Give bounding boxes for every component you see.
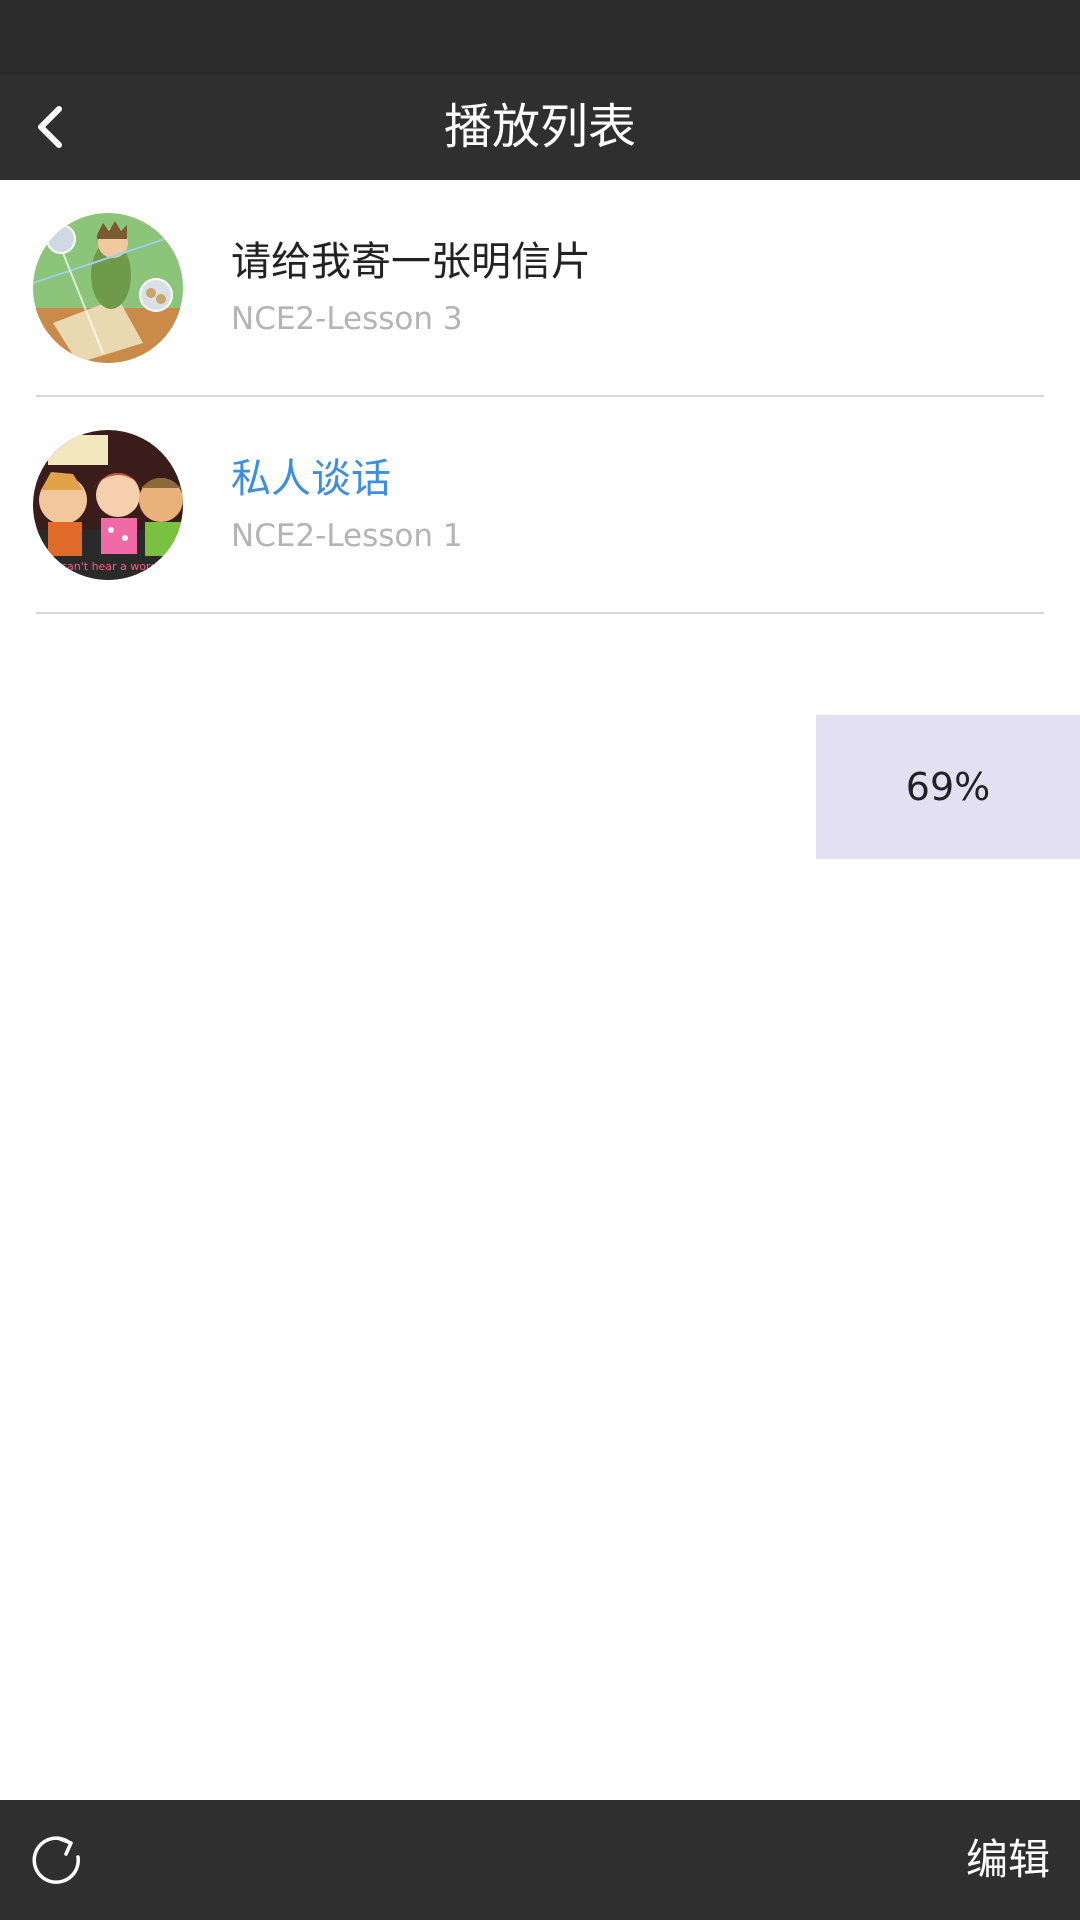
list-item[interactable]: 请给我寄一张明信片 NCE2-Lesson 3 xyxy=(0,180,1080,397)
list-item-subtitle: NCE2-Lesson 1 xyxy=(231,518,463,554)
bottom-toolbar: 编辑 xyxy=(0,1800,1080,1920)
divider xyxy=(36,612,1044,614)
edit-button[interactable]: 编辑 xyxy=(966,1800,1050,1920)
list-item[interactable]: I can't hear a word! 私人谈话 NCE2-Lesson 1 xyxy=(0,397,1080,614)
playlist: 请给我寄一张明信片 NCE2-Lesson 3 I can't hear a w… xyxy=(0,180,1080,614)
lesson1-cartoon-thumbnail: I can't hear a word! xyxy=(33,430,183,580)
nav-bar: 播放列表 xyxy=(0,74,1080,180)
refresh-icon xyxy=(32,1836,80,1884)
progress-badge: 69% xyxy=(816,715,1080,859)
refresh-button[interactable] xyxy=(22,1825,92,1895)
lesson3-cartoon-thumbnail xyxy=(33,213,183,363)
list-item-title: 请给我寄一张明信片 xyxy=(231,239,591,285)
list-item-subtitle: NCE2-Lesson 3 xyxy=(231,301,463,337)
list-item-title-active: 私人谈话 xyxy=(231,456,391,502)
thumbnail-caption: I can't hear a word! xyxy=(54,560,162,573)
page-title: 播放列表 xyxy=(443,99,636,155)
status-bar xyxy=(0,0,1080,74)
